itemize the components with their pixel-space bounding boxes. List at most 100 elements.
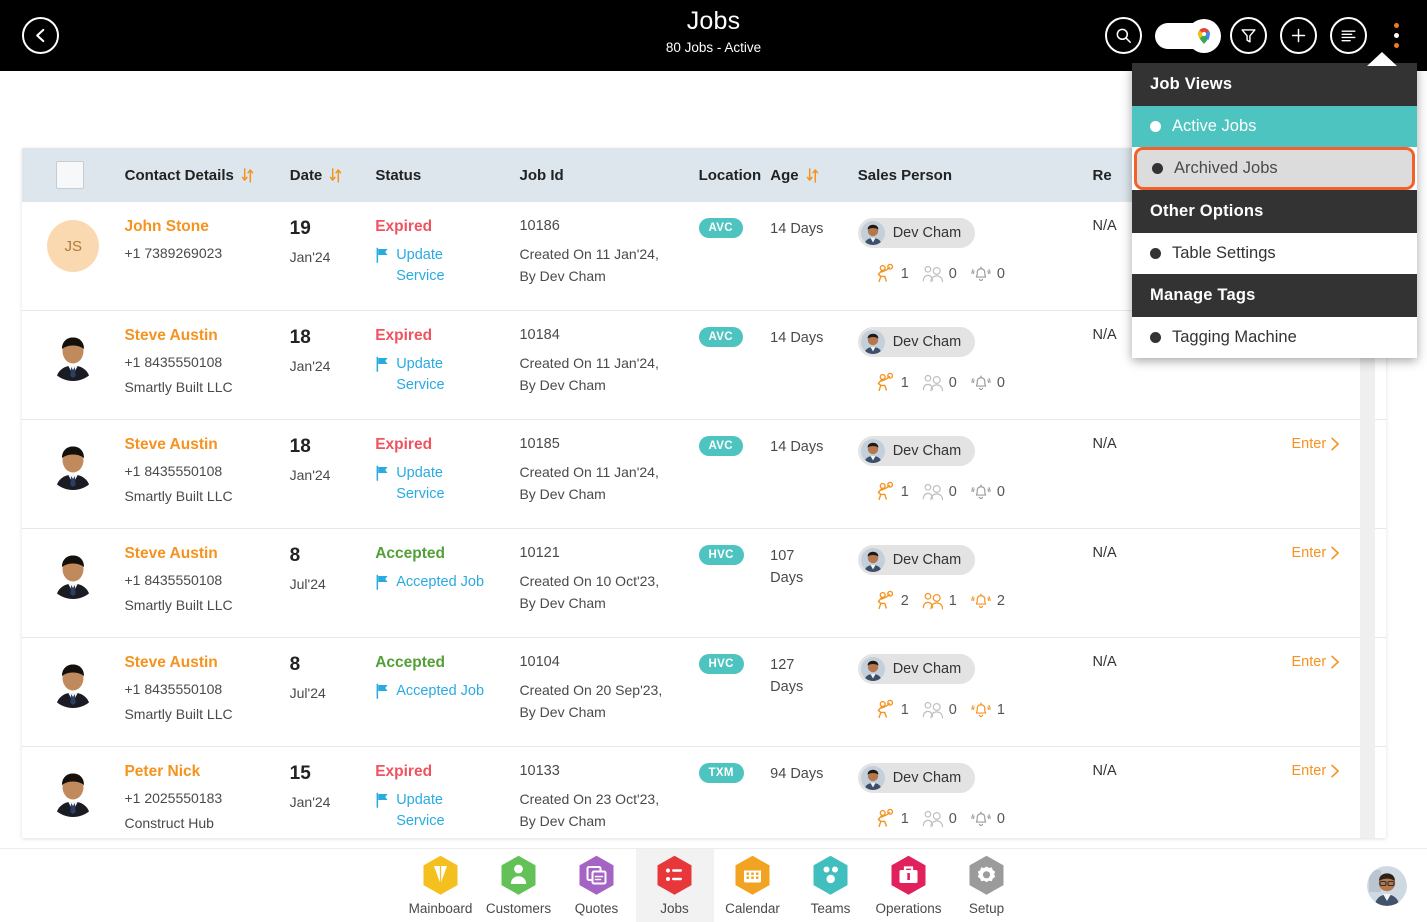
nav-item-teams[interactable]: Teams bbox=[792, 849, 870, 922]
nav-item-mainboard[interactable]: Mainboard bbox=[402, 849, 480, 922]
column-header-age[interactable]: Age bbox=[770, 167, 858, 184]
nav-item-quotes[interactable]: Quotes bbox=[558, 849, 636, 922]
status-action[interactable]: Accepted Job bbox=[375, 572, 519, 593]
status-action[interactable]: Update Service bbox=[375, 245, 519, 287]
status-action[interactable]: Update Service bbox=[375, 463, 519, 505]
metric-alerts[interactable]: 2 bbox=[970, 590, 1005, 611]
contact-name[interactable]: Steve Austin bbox=[124, 654, 289, 672]
nav-item-jobs[interactable]: Jobs bbox=[635, 848, 714, 922]
revenue-value: N/A bbox=[1092, 545, 1117, 561]
sort-icon[interactable] bbox=[329, 167, 342, 183]
status-action-label[interactable]: Accepted Job bbox=[396, 681, 484, 702]
sort-icon[interactable] bbox=[241, 167, 254, 183]
contact-name[interactable]: Peter Nick bbox=[124, 763, 289, 781]
filter-button[interactable] bbox=[1230, 17, 1267, 54]
contact-name[interactable]: Steve Austin bbox=[124, 327, 289, 345]
contact-details-cell[interactable]: Steve Austin +1 8435550108 Smartly Built… bbox=[124, 436, 289, 504]
contact-name[interactable]: Steve Austin bbox=[124, 436, 289, 454]
nav-item-label: Operations bbox=[875, 901, 942, 916]
date-day: 15 bbox=[289, 763, 311, 784]
column-header-contact-details[interactable]: Contact Details bbox=[125, 167, 290, 184]
location-cell: AVC bbox=[698, 436, 771, 456]
select-all-checkbox[interactable] bbox=[56, 161, 84, 189]
status-action-label[interactable]: Update Service bbox=[396, 463, 460, 505]
metric-alerts[interactable]: 0 bbox=[970, 372, 1005, 393]
nav-item-setup[interactable]: Setup bbox=[948, 849, 1026, 922]
contact-details-cell[interactable]: Steve Austin +1 8435550108 Smartly Built… bbox=[124, 654, 289, 722]
status-action[interactable]: Update Service bbox=[375, 790, 519, 832]
kebab-dot-3 bbox=[1393, 43, 1399, 48]
metric-teams[interactable]: 0 bbox=[922, 699, 957, 720]
select-all-cell[interactable] bbox=[22, 161, 125, 189]
table-row[interactable]: Steve Austin +1 8435550108 Smartly Built… bbox=[22, 529, 1386, 638]
metric-alerts-value: 0 bbox=[996, 374, 1005, 391]
sales-person-photo bbox=[860, 439, 885, 463]
status-action-label[interactable]: Update Service bbox=[396, 354, 460, 396]
list-view-button[interactable] bbox=[1330, 17, 1367, 54]
status-action[interactable]: Update Service bbox=[375, 354, 519, 396]
contact-name[interactable]: John Stone bbox=[124, 218, 289, 236]
metric-teams[interactable]: 0 bbox=[922, 263, 957, 284]
metric-teams[interactable]: 0 bbox=[922, 372, 957, 393]
back-button[interactable] bbox=[22, 17, 59, 54]
bullet-icon bbox=[1150, 121, 1161, 132]
contact-name[interactable]: Steve Austin bbox=[124, 545, 289, 563]
metric-visits[interactable]: 1 bbox=[874, 808, 909, 829]
sales-person-chip[interactable]: Dev Cham bbox=[857, 763, 976, 793]
dropdown-item-active-jobs[interactable]: Active Jobs bbox=[1132, 106, 1417, 147]
dropdown-item-tagging-machine[interactable]: Tagging Machine bbox=[1132, 317, 1417, 358]
status-action-label[interactable]: Update Service bbox=[396, 245, 460, 287]
metric-alerts[interactable]: 0 bbox=[970, 481, 1005, 502]
column-header-job-id[interactable]: Job Id bbox=[520, 167, 699, 184]
status-cell: Expired Update Service bbox=[375, 436, 519, 505]
sort-icon[interactable] bbox=[806, 167, 819, 183]
sales-person-chip[interactable]: Dev Cham bbox=[857, 545, 976, 575]
metric-visits[interactable]: 1 bbox=[874, 263, 909, 284]
status-action-label[interactable]: Update Service bbox=[396, 790, 460, 832]
table-row[interactable]: Steve Austin +1 8435550108 Smartly Built… bbox=[22, 420, 1386, 529]
metric-alerts[interactable]: 0 bbox=[970, 263, 1005, 284]
user-avatar[interactable] bbox=[1367, 866, 1407, 906]
more-options-button[interactable] bbox=[1383, 17, 1409, 54]
contact-details-cell[interactable]: Steve Austin +1 8435550108 Smartly Built… bbox=[124, 327, 289, 395]
contact-phone: +1 8435550108 bbox=[124, 572, 223, 588]
nav-item-customers[interactable]: Customers bbox=[480, 849, 558, 922]
contact-details-cell[interactable]: Steve Austin +1 8435550108 Smartly Built… bbox=[124, 545, 289, 613]
status-action[interactable]: Accepted Job bbox=[375, 681, 519, 702]
dropdown-item-archived-jobs[interactable]: Archived Jobs bbox=[1134, 147, 1415, 190]
dropdown-item-table-settings[interactable]: Table Settings bbox=[1132, 233, 1417, 274]
map-view-toggle[interactable] bbox=[1155, 18, 1221, 53]
metric-visits[interactable]: 1 bbox=[874, 481, 909, 502]
status-action-label[interactable]: Accepted Job bbox=[396, 572, 484, 593]
contact-details-cell[interactable]: Peter Nick +1 2025550183 Construct Hub bbox=[124, 763, 289, 831]
contact-details-cell[interactable]: John Stone +1 7389269023 bbox=[124, 218, 289, 261]
metric-teams[interactable]: 1 bbox=[922, 590, 957, 611]
column-header-sales-person[interactable]: Sales Person bbox=[858, 167, 1093, 184]
search-button[interactable] bbox=[1105, 17, 1142, 54]
metric-alerts[interactable]: 0 bbox=[970, 808, 1005, 829]
sales-person-chip[interactable]: Dev Cham bbox=[857, 654, 976, 684]
sales-person-chip[interactable]: Dev Cham bbox=[857, 436, 976, 466]
location-badge: HVC bbox=[698, 545, 744, 565]
column-header-location[interactable]: Location bbox=[699, 167, 771, 184]
status-cell: Accepted Accepted Job bbox=[375, 545, 519, 593]
nav-item-calendar[interactable]: Calendar bbox=[714, 849, 792, 922]
metric-teams[interactable]: 0 bbox=[922, 481, 957, 502]
sales-person-chip[interactable]: Dev Cham bbox=[857, 218, 976, 248]
bottom-nav-items: Mainboard Customers Quotes Jobs Calendar Team… bbox=[402, 848, 1026, 922]
metric-visits[interactable]: 2 bbox=[874, 590, 909, 611]
column-header-date[interactable]: Date bbox=[290, 167, 376, 184]
table-row[interactable]: Steve Austin +1 8435550108 Smartly Built… bbox=[22, 638, 1386, 747]
nav-item-operations[interactable]: Operations bbox=[870, 849, 948, 922]
map-pin-icon bbox=[1198, 27, 1210, 44]
table-row[interactable]: Peter Nick +1 2025550183 Construct Hub 1… bbox=[22, 747, 1386, 838]
contact-company: Smartly Built LLC bbox=[124, 706, 233, 722]
add-button[interactable] bbox=[1280, 17, 1317, 54]
sales-person-chip[interactable]: Dev Cham bbox=[857, 327, 976, 357]
metric-visits[interactable]: 1 bbox=[874, 699, 909, 720]
metric-teams[interactable]: 0 bbox=[922, 808, 957, 829]
column-header-status[interactable]: Status bbox=[375, 167, 519, 184]
metric-visits[interactable]: 1 bbox=[874, 372, 909, 393]
nav-item-label: Quotes bbox=[574, 901, 619, 916]
metric-alerts[interactable]: 1 bbox=[970, 699, 1005, 720]
